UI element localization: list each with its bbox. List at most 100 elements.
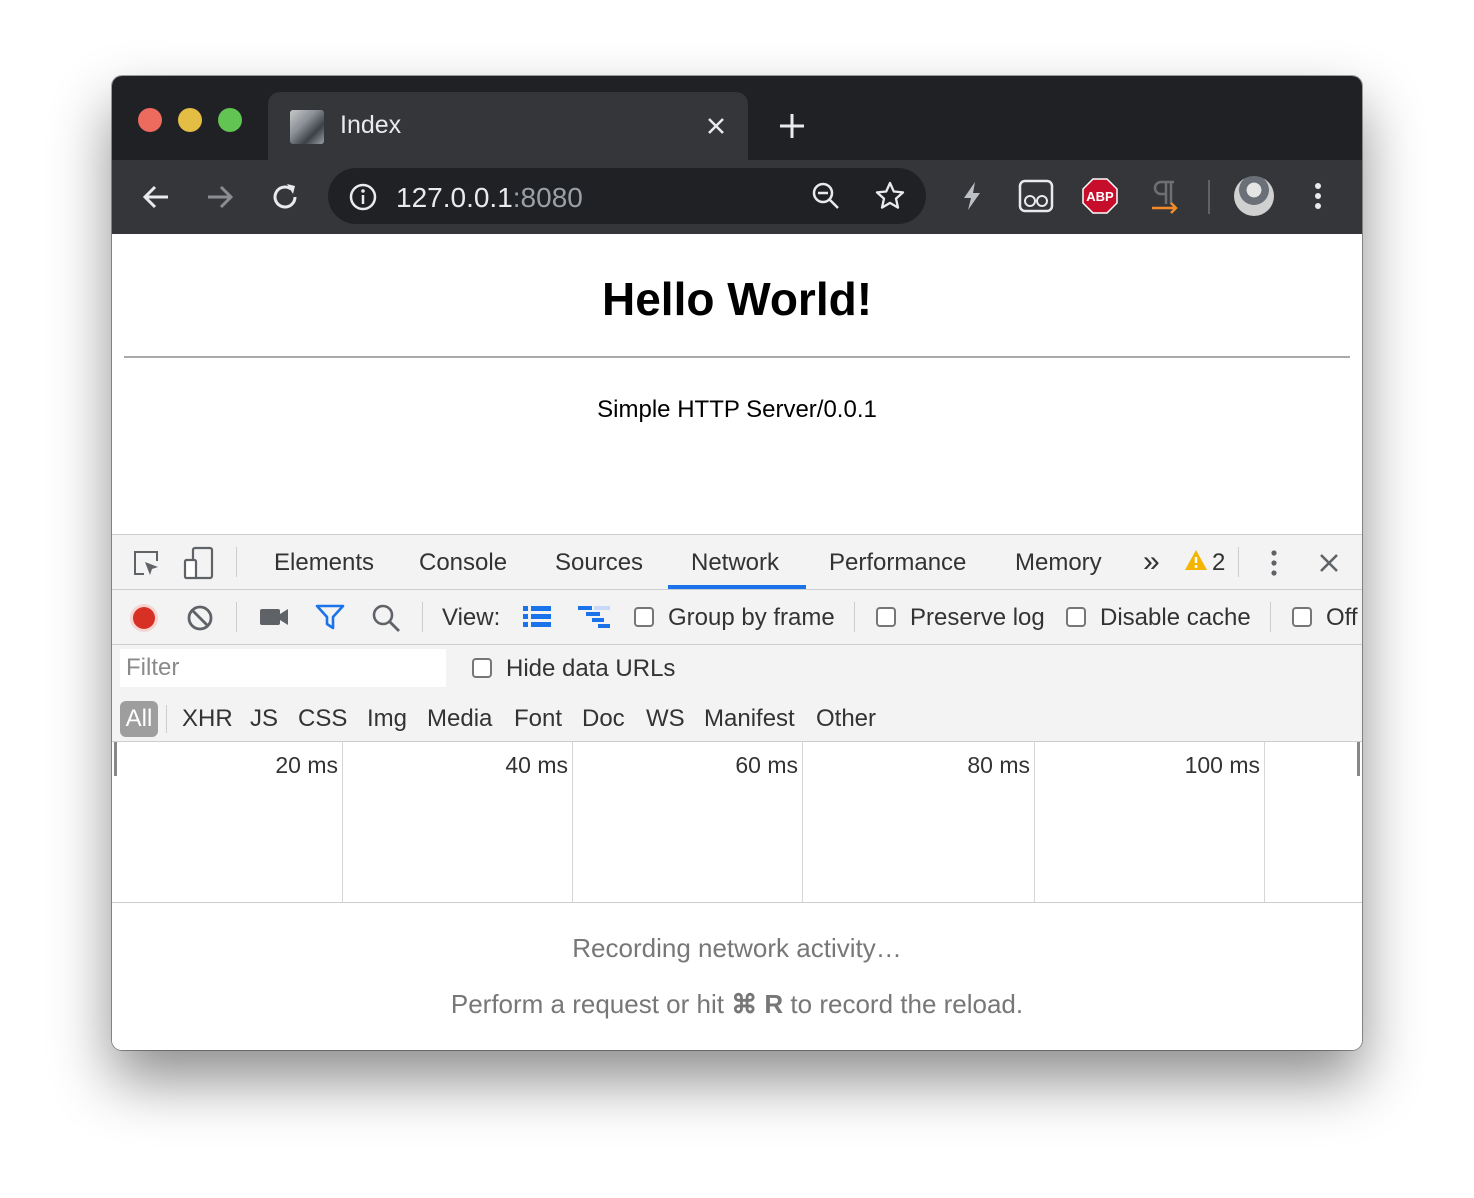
record-button[interactable] — [128, 602, 160, 639]
disable-cache-checkbox[interactable] — [1066, 607, 1086, 627]
toolbar-divider — [1208, 180, 1210, 214]
device-toolbar-icon[interactable] — [182, 545, 216, 586]
timeline-gridline — [342, 742, 343, 902]
timeline-tick-label: 80 ms — [967, 752, 1030, 778]
toolbar-divider — [1238, 547, 1239, 577]
url-text: 127.0.0.1:8080 — [396, 182, 583, 213]
zoom-out-icon[interactable] — [810, 180, 842, 212]
paragraph-extension-icon[interactable] — [1144, 176, 1184, 216]
timeline-right-handle[interactable] — [1357, 742, 1360, 776]
search-icon[interactable] — [370, 602, 402, 639]
page-heading: Hello World! — [601, 273, 873, 325]
devtools-menu-icon[interactable] — [1262, 547, 1286, 584]
toolbar-divider — [854, 602, 855, 632]
page-content: Hello World! Simple HTTP Server/0.0.1 — [112, 234, 1362, 534]
preserve-log-checkbox[interactable] — [876, 607, 896, 627]
tab-title: Index — [340, 111, 402, 139]
tab-elements[interactable]: Elements — [274, 549, 374, 577]
type-filter-css[interactable]: CSS — [298, 705, 347, 733]
timeline-tick-label: 100 ms — [1184, 752, 1260, 778]
forward-arrow-icon[interactable] — [200, 178, 238, 216]
tab-network[interactable]: Network — [691, 549, 779, 577]
inspect-element-icon[interactable] — [130, 547, 162, 584]
new-tab-button[interactable] — [772, 106, 812, 146]
reload-icon[interactable] — [266, 178, 304, 216]
type-filter-js[interactable]: JS — [250, 705, 278, 733]
hide-data-urls-label: Hide data URLs — [506, 655, 676, 682]
reload-hint: Perform a request or hit ⌘ R to record t… — [450, 989, 1024, 1019]
zoom-window-button[interactable] — [218, 108, 242, 132]
toolbar-divider — [1270, 602, 1271, 632]
browser-toolbar: 127.0.0.1:8080 ABP — [112, 160, 1362, 234]
tab-memory[interactable]: Memory — [1015, 549, 1102, 577]
warning-icon[interactable] — [1184, 549, 1208, 576]
large-rows-list-icon[interactable] — [522, 604, 552, 633]
lightning-extension-icon[interactable] — [952, 176, 992, 216]
toolbar-divider — [236, 547, 237, 577]
capture-screenshots-icon[interactable] — [258, 604, 290, 635]
close-devtools-icon[interactable] — [1314, 548, 1344, 583]
more-tabs-chevron-icon[interactable]: » — [1143, 545, 1160, 579]
page-divider — [124, 356, 1350, 358]
toolbar-divider — [422, 602, 423, 632]
devtools-panel: Elements Console Sources Network Perform… — [112, 534, 1362, 1050]
info-icon[interactable] — [348, 182, 378, 212]
disable-cache-label: Disable cache — [1100, 604, 1251, 631]
network-overview-timeline[interactable]: 20 ms 40 ms 60 ms 80 ms 100 ms — [112, 742, 1362, 903]
filter-funnel-icon[interactable] — [314, 602, 346, 637]
waterfall-overview-icon[interactable] — [576, 604, 612, 635]
filter-bar: Hide data URLs All XHR JS CSS Img Media … — [112, 645, 1362, 742]
type-filter-media[interactable]: Media — [427, 705, 492, 733]
browser-window: Index 127.0.0.1:8080 ABP Hello World! Si… — [112, 76, 1362, 1050]
tab-strip: Index — [112, 76, 1362, 160]
timeline-left-handle[interactable] — [114, 742, 117, 776]
group-by-frame-label: Group by frame — [668, 604, 835, 631]
view-label: View: — [442, 604, 501, 631]
bookmark-star-icon[interactable] — [874, 180, 906, 212]
timeline-gridline — [802, 742, 803, 902]
clear-icon[interactable] — [186, 604, 214, 637]
reload-shortcut: ⌘ R — [731, 989, 784, 1019]
svg-text:ABP: ABP — [1086, 189, 1114, 204]
tab-console[interactable]: Console — [419, 549, 507, 577]
type-filter-divider — [166, 705, 167, 733]
glasses-extension-icon[interactable] — [1016, 176, 1056, 216]
type-filter-doc[interactable]: Doc — [582, 705, 625, 733]
devtools-tab-bar: Elements Console Sources Network Perform… — [112, 535, 1362, 590]
preserve-log-label: Preserve log — [910, 604, 1045, 631]
kebab-menu-icon[interactable] — [1298, 176, 1338, 216]
tab-sources[interactable]: Sources — [555, 549, 643, 577]
network-toolbar: View: Group by frame Preserve log Disabl… — [112, 590, 1362, 645]
type-filter-all[interactable]: All — [120, 701, 158, 737]
back-arrow-icon[interactable] — [138, 178, 176, 216]
server-signature: Simple HTTP Server/0.0.1 — [597, 396, 877, 423]
offline-checkbox[interactable] — [1292, 607, 1312, 627]
type-filter-xhr[interactable]: XHR — [182, 705, 233, 733]
address-bar[interactable]: 127.0.0.1:8080 — [328, 168, 926, 224]
type-filter-img[interactable]: Img — [367, 705, 407, 733]
timeline-tick-label: 40 ms — [505, 752, 568, 778]
minimize-window-button[interactable] — [178, 108, 202, 132]
group-by-frame-checkbox[interactable] — [634, 607, 654, 627]
hide-data-urls-checkbox[interactable] — [472, 658, 492, 678]
profile-avatar[interactable] — [1234, 176, 1274, 216]
empty-state: Recording network activity… Perform a re… — [112, 903, 1362, 1050]
timeline-gridline — [1264, 742, 1265, 902]
active-tab-indicator — [668, 585, 806, 589]
timeline-tick-label: 20 ms — [275, 752, 338, 778]
toolbar-divider — [236, 602, 237, 632]
type-filter-manifest[interactable]: Manifest — [704, 705, 795, 733]
timeline-tick-label: 60 ms — [735, 752, 798, 778]
tab-performance[interactable]: Performance — [829, 549, 966, 577]
warning-count[interactable]: 2 — [1212, 549, 1225, 577]
close-icon[interactable] — [700, 110, 732, 142]
type-filter-ws[interactable]: WS — [646, 705, 685, 733]
offline-label: Off — [1326, 604, 1358, 631]
adblock-plus-icon[interactable]: ABP — [1080, 176, 1120, 216]
close-window-button[interactable] — [138, 108, 162, 132]
filter-input[interactable] — [120, 649, 446, 687]
type-filter-other[interactable]: Other — [816, 705, 876, 733]
timeline-gridline — [572, 742, 573, 902]
browser-tab[interactable]: Index — [268, 92, 748, 160]
type-filter-font[interactable]: Font — [514, 705, 562, 733]
